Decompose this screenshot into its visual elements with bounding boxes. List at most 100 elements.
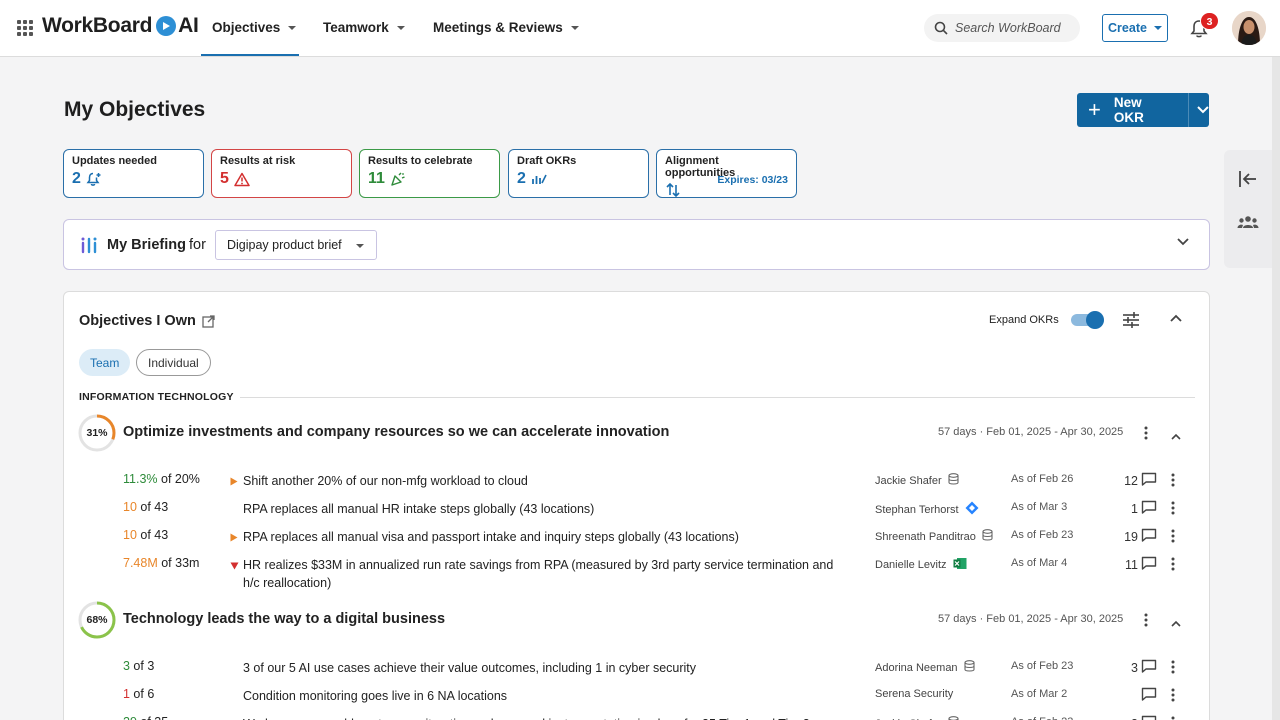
more-options-icon[interactable] bbox=[1144, 426, 1148, 445]
stat-draft-okrs[interactable]: Draft OKRs 2 bbox=[508, 149, 649, 198]
key-result-row[interactable]: 11.3% of 20% Shift another 20% of our non… bbox=[123, 472, 1198, 500]
kr-owner[interactable]: Jackie Shafer bbox=[875, 716, 959, 720]
search-box[interactable] bbox=[924, 14, 1080, 42]
kr-comments[interactable]: 11 bbox=[1113, 556, 1157, 573]
comment-icon[interactable] bbox=[1141, 556, 1157, 573]
stat-alignment-opportunities[interactable]: Alignment opportunities Expires: 03/23 bbox=[656, 149, 797, 198]
tab-meetings-reviews[interactable]: Meetings & Reviews bbox=[433, 20, 579, 35]
kr-progress: 1 of 6 bbox=[123, 687, 154, 701]
kr-description[interactable]: RPA replaces all manual visa and passpor… bbox=[243, 528, 853, 546]
chevron-down-icon[interactable] bbox=[1197, 106, 1209, 114]
panel-title-label: Objectives I Own bbox=[79, 313, 196, 329]
new-okr-button[interactable]: + New OKR bbox=[1077, 93, 1209, 127]
tab-teamwork[interactable]: Teamwork bbox=[323, 20, 405, 35]
kr-owner-name: Jackie Shafer bbox=[875, 474, 942, 487]
more-options-icon[interactable] bbox=[1171, 557, 1175, 574]
kr-description[interactable]: 3 of our 5 AI use cases achieve their va… bbox=[243, 659, 853, 677]
briefing-bars-icon bbox=[81, 237, 97, 254]
key-result-row[interactable]: 7.48M of 33m HR realizes $33M in annualiz… bbox=[123, 556, 1198, 590]
stat-value: 5 bbox=[220, 170, 229, 187]
more-options-icon[interactable] bbox=[1171, 473, 1175, 490]
kr-owner[interactable]: Serena Security bbox=[875, 688, 953, 700]
comment-icon[interactable] bbox=[1141, 500, 1157, 517]
expand-okrs-toggle[interactable] bbox=[1071, 311, 1104, 329]
pill-team[interactable]: Team bbox=[79, 349, 131, 376]
comment-icon[interactable] bbox=[1141, 528, 1157, 545]
stat-results-to-celebrate[interactable]: Results to celebrate 11 bbox=[359, 149, 500, 198]
notification-badge: 3 bbox=[1200, 12, 1219, 30]
briefing-for-label: for bbox=[189, 237, 206, 253]
kr-comments[interactable]: 12 bbox=[1113, 472, 1157, 489]
kr-progress: 3 of 3 bbox=[123, 659, 154, 673]
comment-icon[interactable] bbox=[1141, 472, 1157, 489]
kr-comments[interactable] bbox=[1113, 687, 1157, 704]
kr-description[interactable]: Shift another 20% of our non-mfg workloa… bbox=[243, 472, 853, 490]
comment-icon[interactable] bbox=[1141, 659, 1157, 676]
objective-title[interactable]: Optimize investments and company resourc… bbox=[123, 424, 669, 440]
database-icon bbox=[948, 473, 959, 488]
key-result-row[interactable]: 10 of 43 RPA replaces all manual HR intak… bbox=[123, 500, 1198, 528]
collapse-left-icon[interactable] bbox=[1237, 168, 1259, 190]
key-result-row[interactable]: 29 of 35 We have measurable outcomes, ite… bbox=[123, 715, 1198, 720]
kr-comments[interactable]: 19 bbox=[1113, 528, 1157, 545]
more-options-icon[interactable] bbox=[1171, 688, 1175, 705]
tab-meetings-reviews-label: Meetings & Reviews bbox=[433, 20, 563, 35]
search-input[interactable] bbox=[955, 21, 1065, 35]
user-avatar[interactable] bbox=[1232, 11, 1266, 45]
kr-as-of: As of Feb 23 bbox=[1011, 716, 1073, 720]
more-options-icon[interactable] bbox=[1171, 716, 1175, 720]
kr-owner[interactable]: Stephan Terhorst bbox=[875, 501, 979, 518]
key-result-row[interactable]: 10 of 43 RPA replaces all manual visa and… bbox=[123, 528, 1198, 556]
chevron-up-icon[interactable] bbox=[1171, 614, 1181, 632]
kr-comment-count: 12 bbox=[1124, 473, 1138, 488]
workboard-logo[interactable]: WorkBoard AI bbox=[42, 14, 199, 38]
more-options-icon[interactable] bbox=[1171, 529, 1175, 546]
team-icon[interactable] bbox=[1237, 214, 1259, 230]
more-options-icon[interactable] bbox=[1171, 501, 1175, 518]
external-link-icon[interactable] bbox=[202, 314, 215, 328]
stat-updates-needed[interactable]: Updates needed 2 bbox=[63, 149, 204, 198]
kr-target-value: of 20% bbox=[157, 472, 200, 486]
sliders-icon[interactable] bbox=[1122, 311, 1140, 329]
briefing-title: My Briefing bbox=[107, 237, 186, 253]
objective-row[interactable]: 68% Technology leads the way to a digital… bbox=[78, 601, 1198, 639]
more-options-icon[interactable] bbox=[1144, 613, 1148, 632]
app-grid-icon[interactable] bbox=[17, 20, 33, 36]
comment-icon[interactable] bbox=[1141, 715, 1157, 720]
kr-comments[interactable]: 3 bbox=[1113, 659, 1157, 676]
kr-description[interactable]: Condition monitoring goes live in 6 NA l… bbox=[243, 687, 853, 705]
kr-owner[interactable]: Jackie Shafer bbox=[875, 473, 959, 488]
kr-progress: 10 of 43 bbox=[123, 528, 168, 542]
objective-title[interactable]: Technology leads the way to a digital bu… bbox=[123, 611, 445, 627]
kr-comments[interactable]: 1 bbox=[1113, 500, 1157, 517]
briefing-select[interactable]: Digipay product brief bbox=[215, 230, 377, 260]
kr-description[interactable]: We have measurable outcomes, iteration c… bbox=[243, 715, 853, 720]
stat-label: Updates needed bbox=[72, 155, 157, 167]
stat-label: Results at risk bbox=[220, 155, 296, 167]
kr-as-of: As of Feb 26 bbox=[1011, 473, 1074, 485]
kr-description[interactable]: RPA replaces all manual HR intake steps … bbox=[243, 500, 853, 518]
expand-chevron-icon[interactable] bbox=[1177, 238, 1189, 246]
key-result-row[interactable]: 3 of 3 3 of our 5 AI use cases achieve th… bbox=[123, 659, 1198, 687]
chevron-up-icon[interactable] bbox=[1170, 314, 1182, 322]
comment-icon[interactable] bbox=[1141, 687, 1157, 704]
my-briefing-bar: My Briefing for Digipay product brief bbox=[63, 219, 1210, 270]
objective-row[interactable]: 31% Optimize investments and company reso… bbox=[78, 414, 1198, 452]
kr-owner[interactable]: Adorina Neeman bbox=[875, 660, 975, 675]
stat-label: Draft OKRs bbox=[517, 155, 577, 167]
tab-objectives[interactable]: Objectives bbox=[212, 20, 297, 35]
scrollbar-track[interactable] bbox=[1272, 57, 1280, 720]
stat-results-at-risk[interactable]: Results at risk 5 bbox=[211, 149, 352, 198]
kr-comments[interactable]: 3 bbox=[1113, 715, 1157, 720]
pill-individual[interactable]: Individual bbox=[136, 349, 211, 376]
kr-description[interactable]: HR realizes $33M in annualized run rate … bbox=[243, 556, 853, 592]
create-button[interactable]: Create bbox=[1102, 14, 1168, 42]
kr-owner[interactable]: Shreenath Panditrao bbox=[875, 529, 993, 544]
kr-owner[interactable]: Danielle Levitz bbox=[875, 557, 967, 573]
more-options-icon[interactable] bbox=[1171, 660, 1175, 677]
panel-title[interactable]: Objectives I Own bbox=[79, 313, 215, 329]
logo-ai-badge-icon bbox=[156, 16, 177, 36]
chevron-up-icon[interactable] bbox=[1171, 427, 1181, 445]
key-result-row[interactable]: 1 of 6 Condition monitoring goes live in … bbox=[123, 687, 1198, 715]
progress-ring: 68% bbox=[78, 601, 116, 639]
